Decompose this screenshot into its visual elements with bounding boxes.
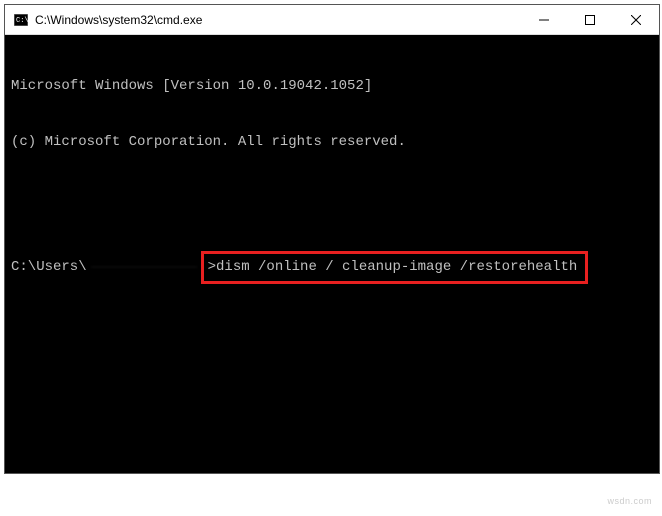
prompt-prefix: C:\Users\: [11, 258, 87, 277]
output-line-version: Microsoft Windows [Version 10.0.19042.10…: [11, 77, 653, 96]
redacted-username: [89, 259, 199, 275]
maximize-button[interactable]: [567, 5, 613, 34]
cmd-icon: C:\: [13, 12, 29, 28]
watermark: wsdn.com: [607, 496, 652, 506]
minimize-button[interactable]: [521, 5, 567, 34]
titlebar[interactable]: C:\ C:\Windows\system32\cmd.exe: [5, 5, 659, 35]
blank-line: [11, 190, 653, 209]
typed-command: >dism /online / cleanup-image /restorehe…: [208, 259, 578, 275]
output-line-copyright: (c) Microsoft Corporation. All rights re…: [11, 133, 653, 152]
terminal-area[interactable]: Microsoft Windows [Version 10.0.19042.10…: [5, 35, 659, 473]
close-button[interactable]: [613, 5, 659, 34]
command-highlight-box: >dism /online / cleanup-image /restorehe…: [201, 251, 589, 284]
window-title: C:\Windows\system32\cmd.exe: [35, 13, 521, 27]
window-controls: [521, 5, 659, 34]
cmd-window: C:\ C:\Windows\system32\cmd.exe Microsof…: [4, 4, 660, 474]
svg-text:C:\: C:\: [16, 17, 28, 25]
prompt-line: C:\Users\ >dism /online / cleanup-image /…: [11, 251, 653, 284]
